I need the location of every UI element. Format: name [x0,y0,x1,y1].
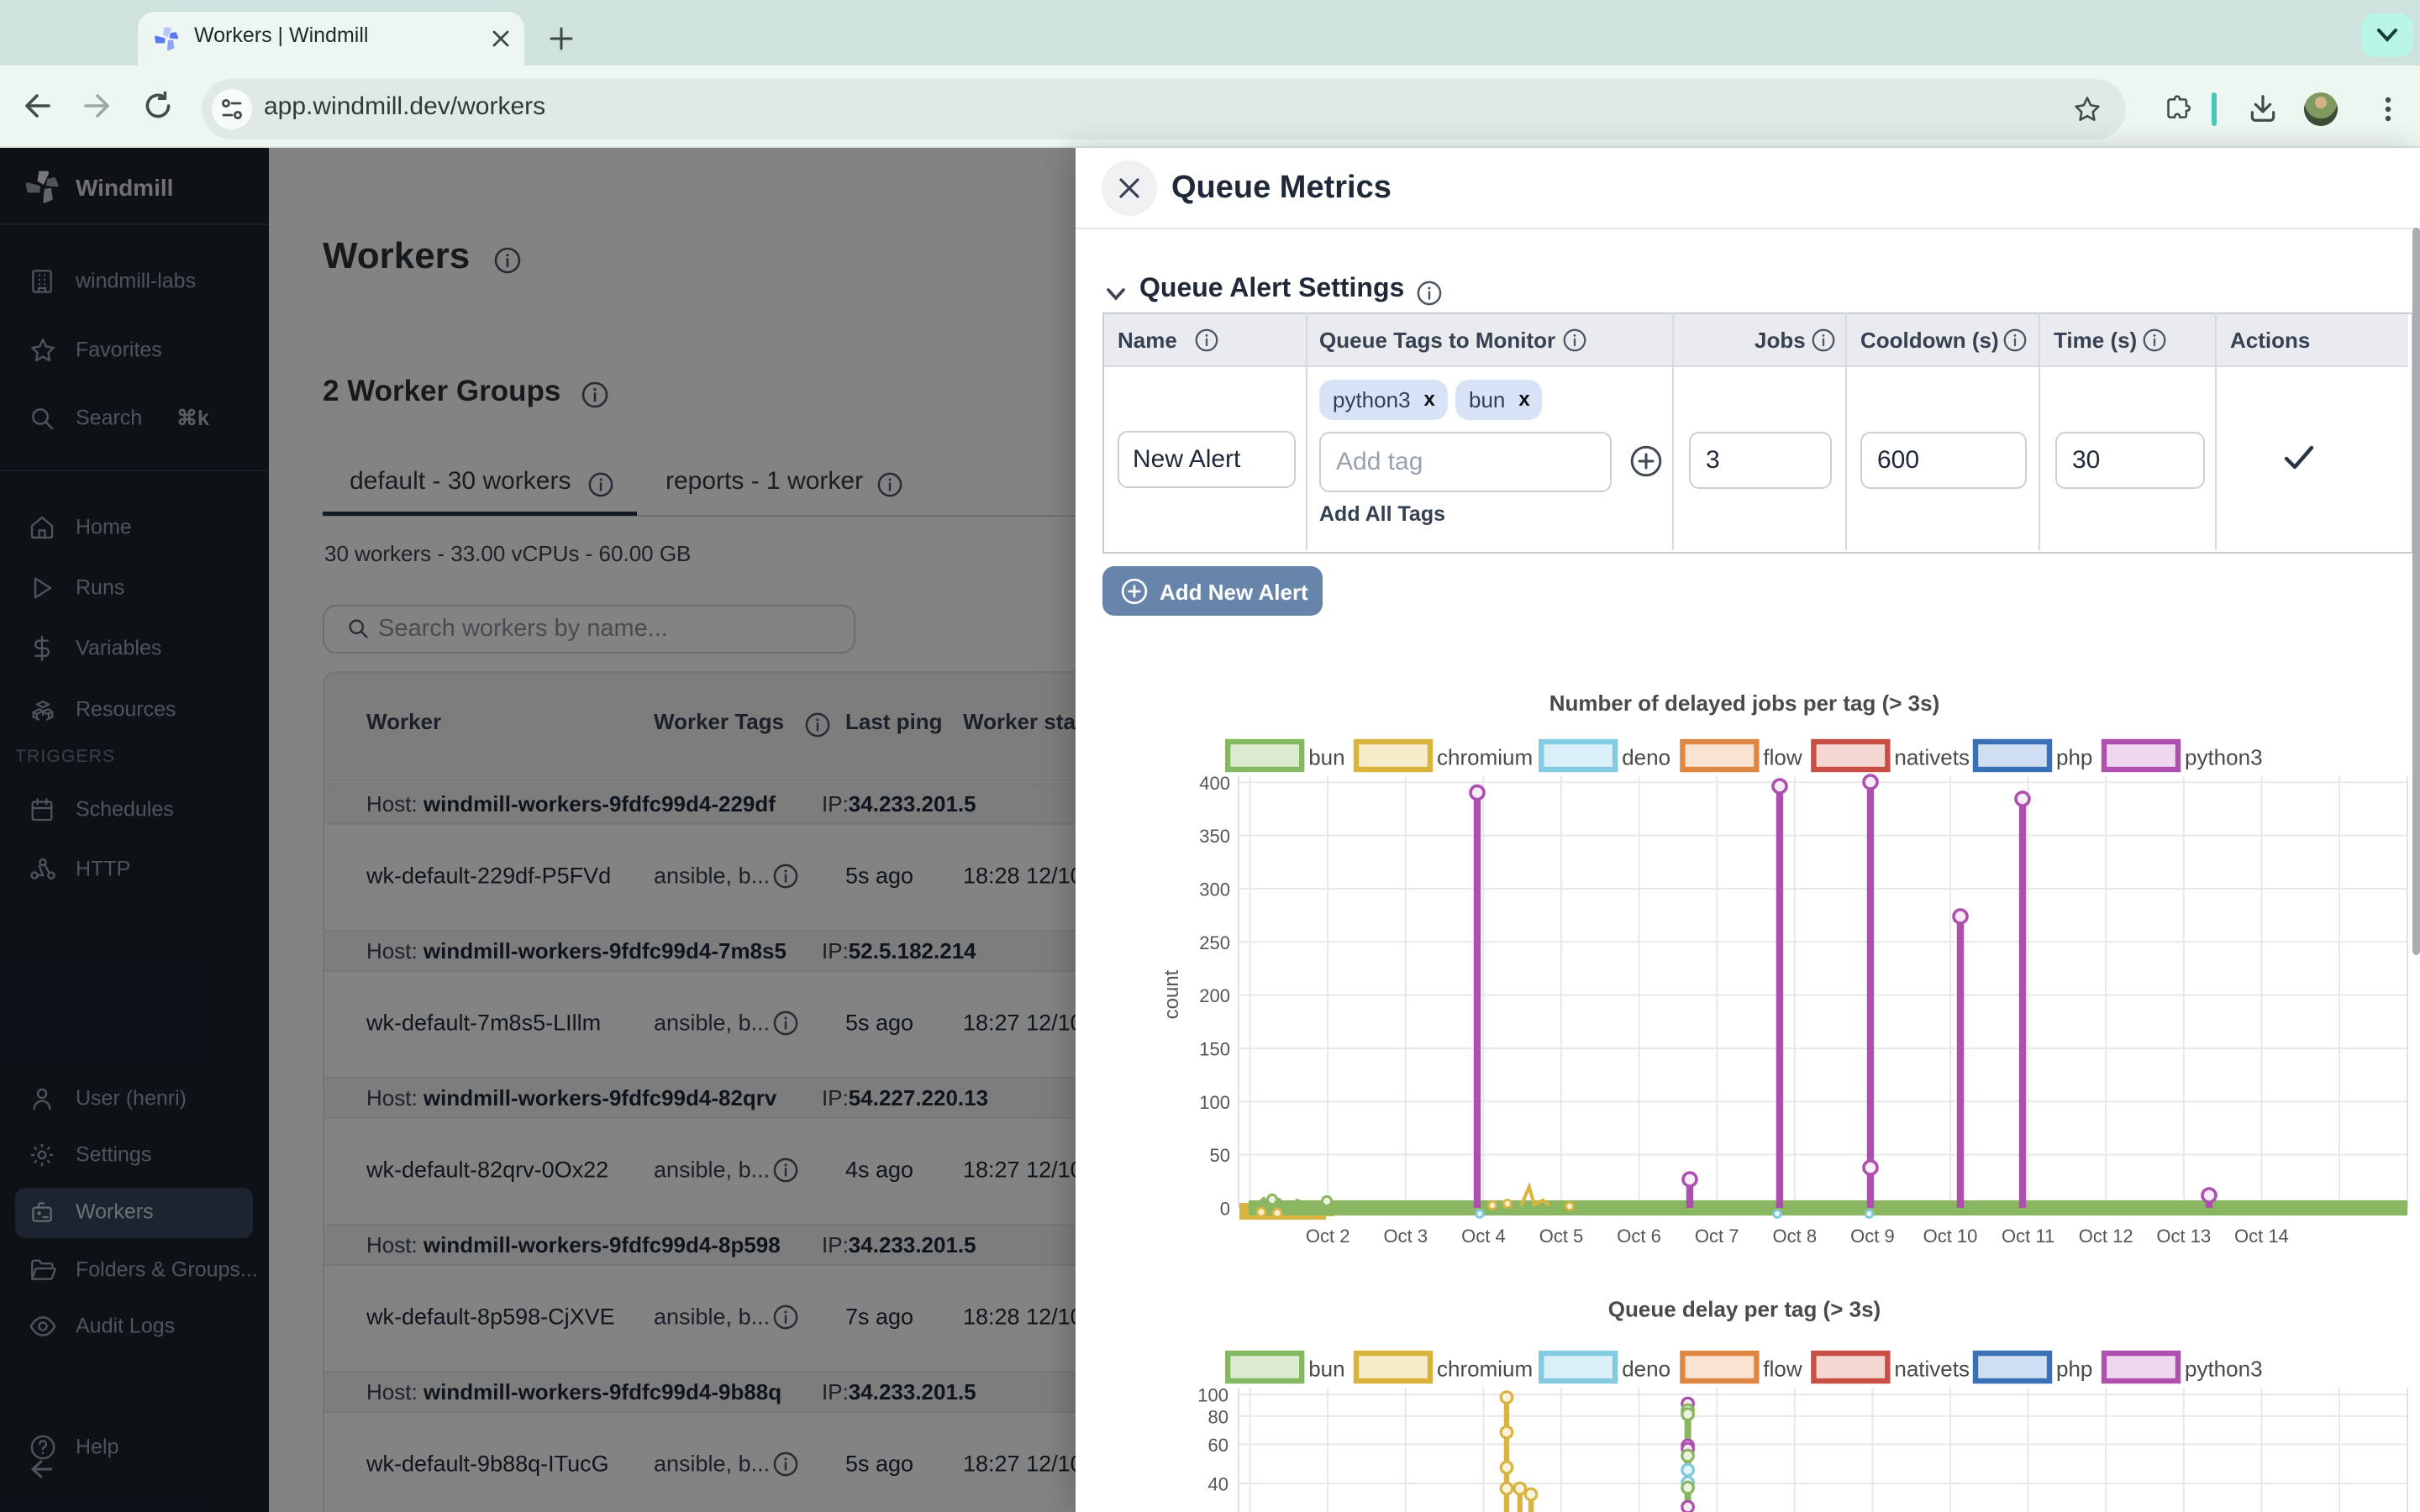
svg-text:python3: python3 [2185,1357,2263,1382]
svg-text:chromium: chromium [1437,1357,1533,1382]
svg-text:400: 400 [1199,773,1230,794]
svg-text:150: 150 [1199,1039,1230,1060]
svg-text:250: 250 [1199,932,1230,953]
svg-text:bun: bun [1308,1357,1344,1382]
svg-text:100: 100 [1197,1385,1228,1406]
svg-text:0: 0 [1220,1199,1230,1220]
svg-text:Oct 13: Oct 13 [2156,1226,2211,1247]
svg-text:Queue delay per tag (> 3s): Queue delay per tag (> 3s) [1608,1296,1881,1321]
svg-text:php: php [2056,1357,2092,1382]
svg-text:300: 300 [1199,879,1230,900]
svg-text:Oct 12: Oct 12 [2079,1226,2133,1247]
svg-text:nativets: nativets [1894,1357,1970,1382]
svg-text:count: count [1160,969,1183,1019]
svg-text:Oct 14: Oct 14 [2234,1226,2289,1247]
svg-text:nativets: nativets [1894,745,1970,770]
svg-text:chromium: chromium [1437,745,1533,770]
svg-text:100: 100 [1199,1092,1230,1113]
svg-text:Oct 3: Oct 3 [1384,1226,1428,1247]
svg-text:350: 350 [1199,826,1230,847]
svg-text:php: php [2056,745,2092,770]
svg-text:Oct 5: Oct 5 [1539,1226,1584,1247]
svg-text:bun: bun [1308,745,1344,770]
svg-text:deno: deno [1622,1357,1670,1382]
svg-text:flow: flow [1763,745,1802,770]
svg-text:Oct 7: Oct 7 [1695,1226,1739,1247]
svg-text:60: 60 [1208,1435,1228,1456]
svg-text:python3: python3 [2185,745,2263,770]
svg-text:40: 40 [1208,1474,1228,1495]
svg-text:Oct 4: Oct 4 [1461,1226,1506,1247]
svg-text:deno: deno [1622,745,1670,770]
svg-text:Oct 8: Oct 8 [1773,1226,1818,1247]
svg-text:Oct 9: Oct 9 [1850,1226,1895,1247]
svg-text:Oct 11: Oct 11 [2002,1226,2054,1247]
svg-text:Oct 6: Oct 6 [1617,1226,1661,1247]
svg-text:Oct 2: Oct 2 [1306,1226,1350,1247]
svg-text:50: 50 [1210,1145,1230,1166]
svg-text:Number of delayed jobs per tag: Number of delayed jobs per tag (> 3s) [1549,690,1940,716]
svg-text:flow: flow [1763,1357,1802,1382]
svg-text:80: 80 [1208,1406,1228,1427]
svg-text:200: 200 [1199,985,1230,1006]
svg-text:Oct 10: Oct 10 [1923,1226,1978,1247]
